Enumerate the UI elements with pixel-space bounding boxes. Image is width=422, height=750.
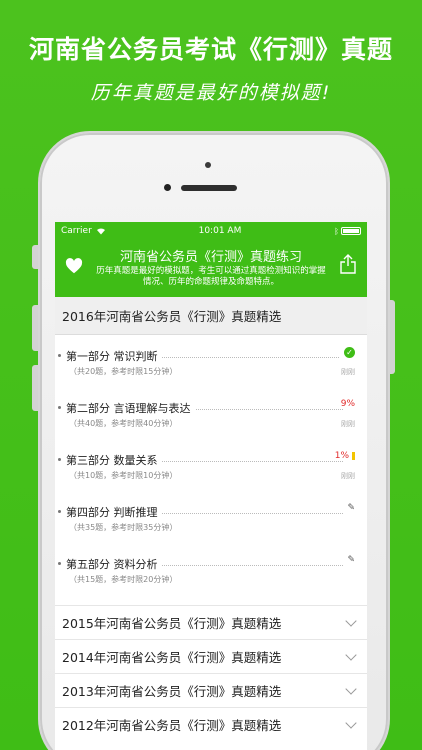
part-name: 第三部分 数量关系 bbox=[66, 452, 162, 468]
chevron-down-icon bbox=[345, 614, 357, 627]
part-time: 刚刚 bbox=[341, 420, 355, 428]
status-bar: Carrier 10:01 AM ᛒ bbox=[55, 222, 367, 240]
wifi-icon bbox=[96, 228, 105, 235]
carrier-label: Carrier bbox=[61, 226, 92, 236]
part-meta: （共40题，参考时限40分钟） bbox=[69, 419, 178, 428]
section-title: 2013年河南省公务员《行测》真题精选 bbox=[62, 684, 282, 699]
bookmark-flag-icon bbox=[352, 451, 355, 460]
section-row-2015[interactable]: 2015年河南省公务员《行测》真题精选 bbox=[55, 605, 367, 639]
progress-percent: 1% bbox=[334, 451, 349, 461]
promo-subtitle: 历年真题是最好的模拟题! bbox=[90, 82, 332, 104]
battery-icon bbox=[340, 227, 361, 235]
part-item[interactable]: 第五部分 资料分析 ✎ （共15题，参考时限20分钟） bbox=[55, 553, 367, 605]
app-description: 历年真题是最好的模拟题，考生可以通过真题检测知识的掌握情况、历年的命题规律及命题… bbox=[96, 266, 326, 287]
part-time: 刚刚 bbox=[341, 472, 355, 480]
part-meta: （共15题，参考时限20分钟） bbox=[69, 575, 178, 584]
part-name: 第一部分 常识判断 bbox=[66, 348, 162, 364]
bullet-dot bbox=[58, 406, 61, 409]
phone-sensor bbox=[205, 162, 211, 168]
section-row-2014[interactable]: 2014年河南省公务员《行测》真题精选 bbox=[55, 639, 367, 673]
section-title: 2014年河南省公务员《行测》真题精选 bbox=[62, 650, 282, 665]
parts-list: 第一部分 常识判断 ✓ （共20题，参考时限15分钟） 刚刚 第二部分 言语理解… bbox=[55, 335, 367, 605]
share-icon[interactable] bbox=[339, 254, 357, 274]
part-time: 刚刚 bbox=[341, 368, 355, 376]
phone-speaker bbox=[181, 185, 237, 191]
part-item[interactable]: 第二部分 言语理解与表达 9% （共40题，参考时限40分钟） 刚刚 bbox=[55, 397, 367, 449]
section-title: 2015年河南省公务员《行测》真题精选 bbox=[62, 616, 282, 631]
chevron-down-icon bbox=[345, 682, 357, 695]
part-meta: （共20题，参考时限15分钟） bbox=[69, 367, 178, 376]
part-name: 第四部分 判断推理 bbox=[66, 504, 162, 520]
part-name: 第二部分 言语理解与表达 bbox=[66, 400, 195, 416]
bullet-dot bbox=[58, 510, 61, 513]
part-name: 第五部分 资料分析 bbox=[66, 556, 162, 572]
section-row-2013[interactable]: 2013年河南省公务员《行测》真题精选 bbox=[55, 673, 367, 707]
section-header-2016[interactable]: 2016年河南省公务员《行测》真题精选 bbox=[55, 297, 367, 335]
chevron-down-icon bbox=[345, 648, 357, 661]
part-meta: （共10题，参考时限10分钟） bbox=[69, 471, 178, 480]
app-header: 河南省公务员《行测》真题练习 历年真题是最好的模拟题，考生可以通过真题检测知识的… bbox=[55, 240, 367, 297]
part-item[interactable]: 第三部分 数量关系 1% （共10题，参考时限10分钟） 刚刚 bbox=[55, 449, 367, 501]
status-time: 10:01 AM bbox=[198, 226, 242, 236]
app-screen: Carrier 10:01 AM ᛒ 河南省公务员《行测》真题练习 历年真题是最… bbox=[55, 222, 367, 750]
section-row-2012[interactable]: 2012年河南省公务员《行测》真题精选 bbox=[55, 707, 367, 741]
bluetooth-icon: ᛒ bbox=[334, 226, 339, 236]
bullet-dot bbox=[58, 458, 61, 461]
bullet-dot bbox=[58, 354, 61, 357]
app-title: 河南省公务员《行测》真题练习 bbox=[119, 250, 302, 265]
section-title: 2012年河南省公务员《行测》真题精选 bbox=[62, 718, 282, 733]
chevron-down-icon bbox=[345, 716, 357, 729]
promo-title: 河南省公务员考试《行测》真题 bbox=[28, 35, 393, 64]
check-icon: ✓ bbox=[344, 347, 355, 358]
part-item[interactable]: 第一部分 常识判断 ✓ （共20题，参考时限15分钟） 刚刚 bbox=[55, 345, 367, 397]
pencil-icon: ✎ bbox=[343, 503, 355, 513]
bullet-dot bbox=[58, 562, 61, 565]
pencil-icon: ✎ bbox=[343, 555, 355, 565]
progress-percent: 9% bbox=[336, 399, 355, 409]
part-item[interactable]: 第四部分 判断推理 ✎ （共35题，参考时限35分钟） bbox=[55, 501, 367, 553]
phone-camera bbox=[164, 184, 171, 191]
part-meta: （共35题，参考时限35分钟） bbox=[69, 523, 178, 532]
